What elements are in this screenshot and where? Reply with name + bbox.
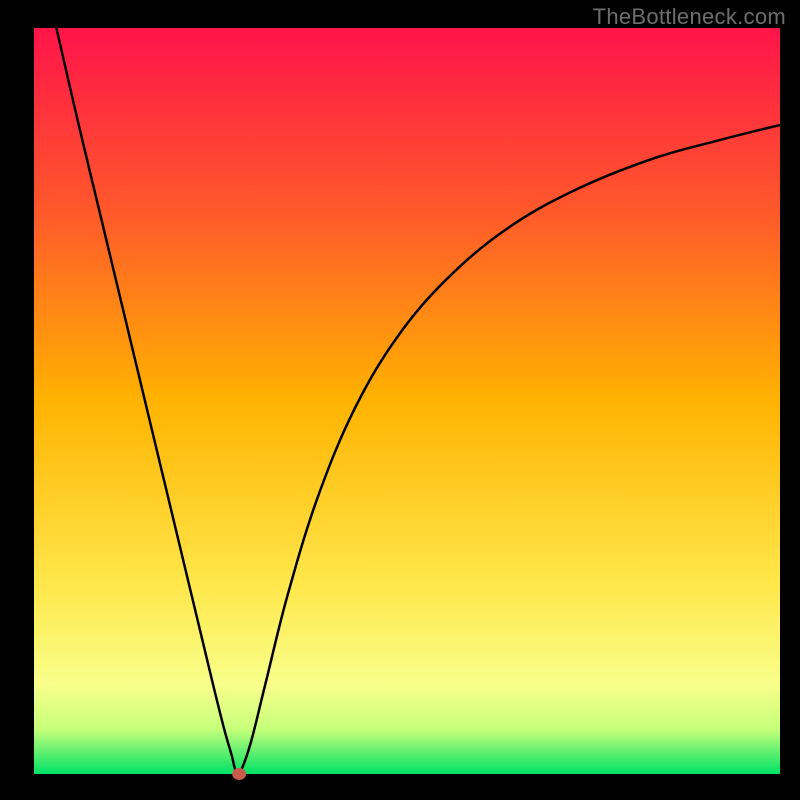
chart-svg	[0, 0, 800, 800]
optimum-marker	[232, 768, 246, 780]
chart-frame: TheBottleneck.com	[0, 0, 800, 800]
watermark-text: TheBottleneck.com	[593, 4, 786, 30]
